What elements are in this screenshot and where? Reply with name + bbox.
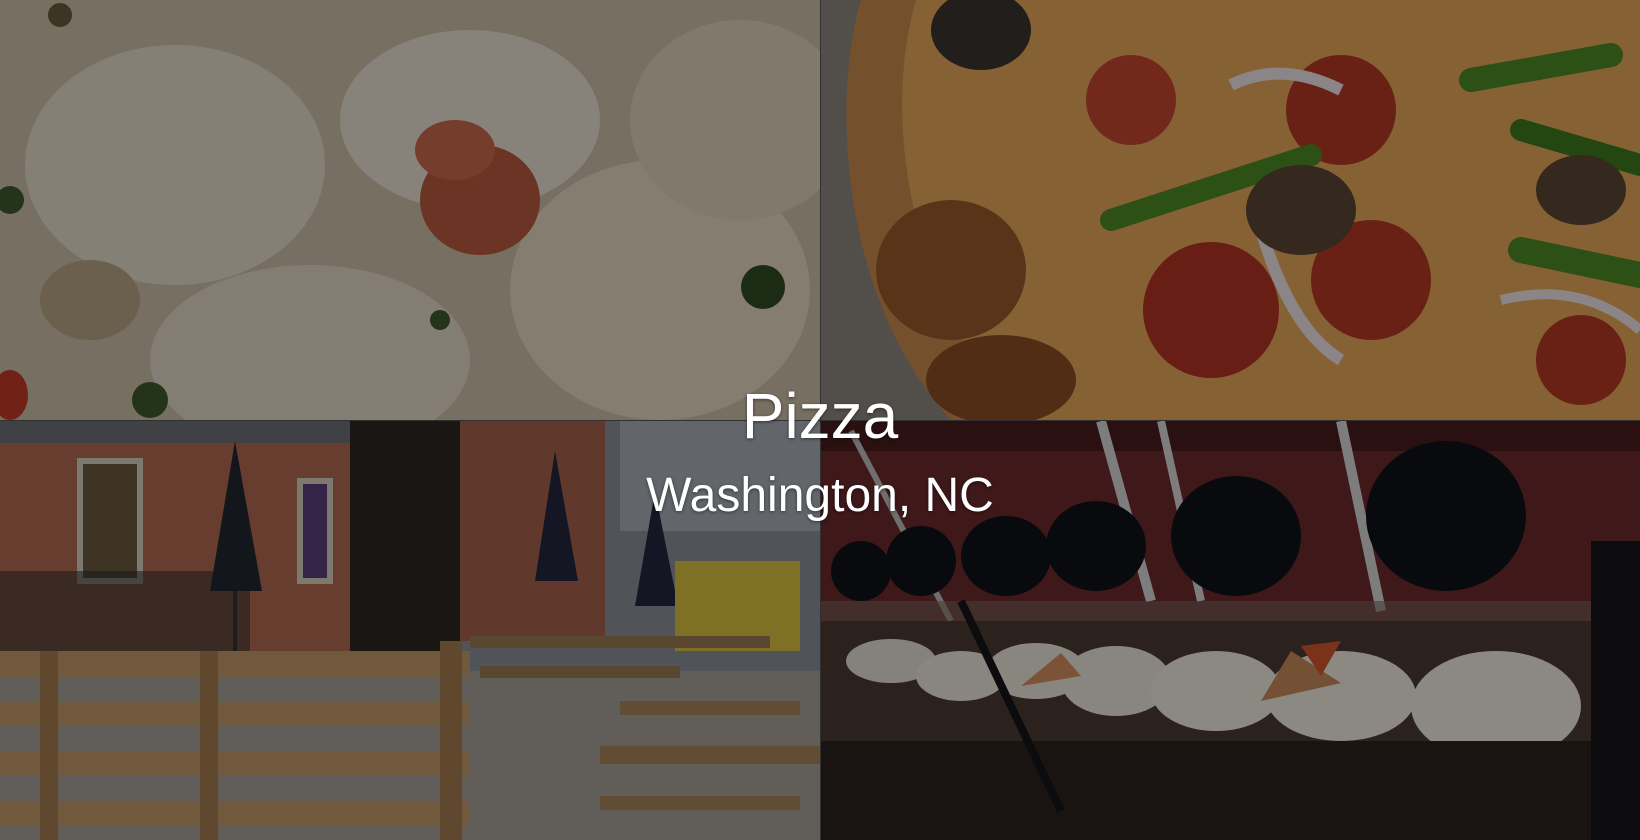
photo-collage: Pizza Washington, NC xyxy=(0,0,1640,840)
dark-overlay xyxy=(0,0,1640,840)
